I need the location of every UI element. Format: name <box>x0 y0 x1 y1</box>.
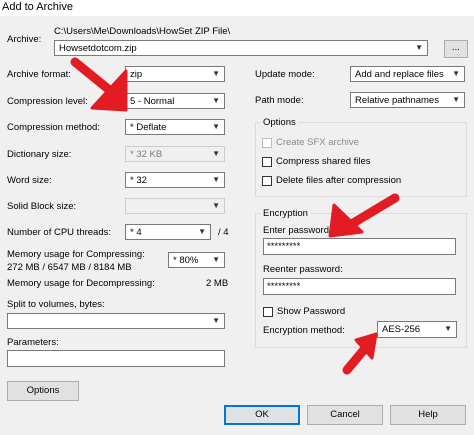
archive-label: Archive: <box>7 34 42 45</box>
cpu-threads-value: * 4 <box>130 227 142 238</box>
parameters-input[interactable] <box>7 350 225 367</box>
help-button[interactable]: Help <box>390 405 466 425</box>
dictionary-size-value: * 32 KB <box>130 149 163 160</box>
chevron-down-icon: ▼ <box>212 175 220 184</box>
compression-method-value: * Deflate <box>130 122 167 133</box>
path-mode-value: Relative pathnames <box>355 95 439 106</box>
enter-password-label: Enter password: <box>263 225 332 236</box>
cpu-threads-select[interactable]: * 4 ▼ <box>125 224 211 240</box>
word-size-label: Word size: <box>7 175 52 186</box>
archive-format-value: zip <box>130 69 143 80</box>
archive-path: C:\Users\Me\Downloads\HowSet ZIP File\ <box>54 26 231 37</box>
ok-button[interactable]: OK <box>224 405 300 425</box>
split-volumes-select[interactable]: ▼ <box>7 313 225 329</box>
compression-method-select[interactable]: * Deflate ▼ <box>125 119 225 135</box>
compression-level-value: 5 - Normal <box>130 96 175 107</box>
chevron-down-icon: ▼ <box>212 96 220 105</box>
title-bar: Add to Archive <box>0 0 474 16</box>
enter-password-value: ********* <box>267 241 301 252</box>
compression-level-label: Compression level: <box>7 96 88 107</box>
chevron-down-icon: ▼ <box>212 316 220 325</box>
encryption-method-label: Encryption method: <box>263 325 345 336</box>
chevron-down-icon: ▼ <box>212 255 220 264</box>
encryption-method-select[interactable]: AES-256 ▼ <box>377 321 457 338</box>
chevron-down-icon: ▼ <box>212 122 220 131</box>
delete-after-label: Delete files after compression <box>276 175 402 186</box>
parameters-label: Parameters: <box>7 337 59 348</box>
show-password-label: Show Password <box>277 306 346 317</box>
solid-block-label: Solid Block size: <box>7 201 77 212</box>
reenter-password-label: Reenter password: <box>263 264 343 275</box>
archive-format-label: Archive format: <box>7 69 71 80</box>
memory-compress-detail: 272 MB / 6547 MB / 8184 MB <box>7 262 132 273</box>
chevron-down-icon: ▼ <box>198 227 206 236</box>
compression-method-label: Compression method: <box>7 122 100 133</box>
enter-password-input[interactable]: ********* <box>263 238 456 255</box>
compress-shared-label: Compress shared files <box>276 156 371 167</box>
memory-decompress-value: 2 MB <box>206 278 229 289</box>
chevron-down-icon: ▼ <box>415 43 423 52</box>
create-sfx-checkbox[interactable] <box>262 138 272 148</box>
word-size-select[interactable]: * 32 ▼ <box>125 172 225 188</box>
memory-compress-select[interactable]: * 80% ▼ <box>168 252 225 268</box>
memory-compress-value: * 80% <box>173 255 199 266</box>
encryption-method-value: AES-256 <box>382 324 421 335</box>
chevron-down-icon: ▼ <box>212 69 220 78</box>
chevron-down-icon: ▼ <box>212 149 220 158</box>
reenter-password-input[interactable]: ********* <box>263 278 456 295</box>
path-mode-label: Path mode: <box>255 95 304 106</box>
update-mode-label: Update mode: <box>255 69 315 80</box>
dictionary-size-select[interactable]: * 32 KB ▼ <box>125 146 225 162</box>
chevron-down-icon: ▼ <box>444 324 452 333</box>
compress-shared-checkbox[interactable] <box>262 157 272 167</box>
cpu-threads-max: / 4 <box>218 227 229 238</box>
memory-decompress-label: Memory usage for Decompressing: <box>7 278 155 289</box>
split-volumes-label: Split to volumes, bytes: <box>7 299 105 310</box>
encryption-group-title: Encryption <box>261 208 310 220</box>
archive-name-value: Howsetdotcom.zip <box>59 43 137 54</box>
compression-level-select[interactable]: 5 - Normal ▼ <box>125 93 225 109</box>
update-mode-value: Add and replace files <box>355 69 444 80</box>
show-password-checkbox[interactable] <box>263 307 273 317</box>
cpu-threads-label: Number of CPU threads: <box>7 227 112 238</box>
chevron-down-icon: ▼ <box>452 69 460 78</box>
update-mode-select[interactable]: Add and replace files ▼ <box>350 66 465 82</box>
window-title: Add to Archive <box>2 1 73 13</box>
delete-after-checkbox[interactable] <box>262 176 272 186</box>
memory-compress-label: Memory usage for Compressing: <box>7 249 145 260</box>
chevron-down-icon: ▼ <box>212 201 220 210</box>
solid-block-select[interactable]: ▼ <box>125 198 225 214</box>
create-sfx-label: Create SFX archive <box>276 137 359 148</box>
word-size-value: * 32 <box>130 175 147 186</box>
dictionary-size-label: Dictionary size: <box>7 149 72 160</box>
browse-button[interactable]: ... <box>444 40 468 58</box>
options-group-title: Options <box>261 117 298 129</box>
archive-format-select[interactable]: zip ▼ <box>125 66 225 82</box>
chevron-down-icon: ▼ <box>452 95 460 104</box>
cancel-button[interactable]: Cancel <box>307 405 383 425</box>
reenter-password-value: ********* <box>267 281 301 292</box>
path-mode-select[interactable]: Relative pathnames ▼ <box>350 92 465 108</box>
options-button[interactable]: Options <box>7 381 79 401</box>
archive-name-combo[interactable]: Howsetdotcom.zip ▼ <box>54 40 428 56</box>
